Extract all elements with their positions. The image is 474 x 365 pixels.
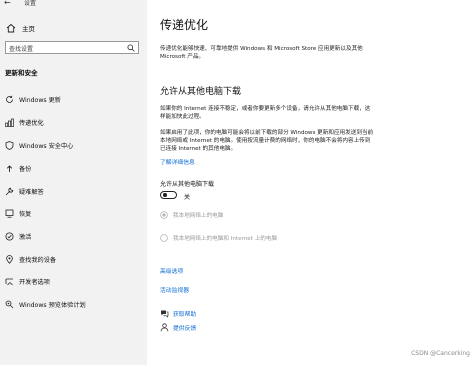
upload-explanation-paragraph: 如果启用了此项，你的电脑可能会将以前下载的部分 Windows 更新和应用发送到…: [160, 130, 374, 152]
allow-download-paragraph: 如果你的 Internet 连接不稳定，或者你要更新多个设备，请允许从其他电脑下…: [160, 106, 371, 120]
toggle-caption: 允许从其他电脑下载: [160, 181, 215, 188]
sidebar-item-label: 查找我的设备: [19, 257, 57, 264]
allow-download-toggle[interactable]: [160, 191, 177, 199]
main-content: 传递优化 传递优化能够快速、可靠地提供 Windows 和 Microsoft …: [147, 0, 474, 365]
advanced-options-link[interactable]: 高级选项: [160, 266, 183, 275]
section-title: 更新和安全: [5, 69, 38, 77]
watermark-text: CSDN @Cancerking: [411, 350, 470, 357]
search-placeholder: 查找设置: [9, 46, 34, 53]
give-feedback-label: 提供反馈: [173, 326, 197, 332]
sidebar-item-troubleshoot[interactable]: 疑难解答: [0, 184, 147, 198]
activity-monitor-link[interactable]: 活动监视器: [160, 285, 189, 294]
sidebar-item-windows-security[interactable]: Windows 安全中心: [0, 138, 147, 152]
get-help-label: 获取帮助: [173, 312, 197, 318]
sidebar-item-label: Windows 安全中心: [19, 143, 74, 150]
delivery-optimization-icon: [5, 118, 14, 127]
search-icon[interactable]: [127, 44, 135, 52]
toggle-knob: [163, 193, 167, 197]
shield-icon: [5, 141, 14, 150]
activation-icon: [5, 232, 14, 241]
insider-icon: [5, 300, 14, 309]
sidebar: ← 设置 主页 查找设置 更新和安全 Windows 更新 传递优化 Windo…: [0, 0, 147, 365]
learn-more-link[interactable]: 了解详细信息: [160, 157, 195, 166]
home-label: 主页: [22, 25, 35, 33]
recovery-icon: [5, 209, 14, 218]
home-nav[interactable]: 主页: [6, 22, 35, 34]
radio-local-network[interactable]: [160, 211, 168, 219]
radio-local-network-label: 我本地网络上的电脑: [173, 213, 224, 219]
help-chat-icon: [161, 310, 169, 318]
find-device-icon: [6, 255, 13, 264]
sidebar-item-activation[interactable]: 激活: [0, 229, 147, 243]
page-description: 传递优化能够快速、可靠地提供 Windows 和 Microsoft Store…: [160, 46, 363, 60]
radio-local-and-internet[interactable]: [160, 234, 168, 242]
developer-icon: [5, 278, 13, 286]
allow-download-heading: 允许从其他电脑下载: [160, 87, 242, 97]
backup-icon: [6, 165, 13, 172]
home-icon: [6, 23, 16, 33]
sidebar-item-label: 备份: [19, 166, 32, 173]
title-bar: ← 设置: [0, 0, 147, 10]
sidebar-item-label: 开发者选项: [19, 279, 50, 286]
search-input[interactable]: 查找设置: [5, 41, 139, 54]
sidebar-item-find-my-device[interactable]: 查找我的设备: [0, 252, 147, 266]
sidebar-item-label: 激活: [19, 234, 32, 241]
window-title: 设置: [24, 0, 37, 7]
sidebar-item-label: 疑难解答: [19, 189, 44, 196]
sidebar-item-label: 传递优化: [19, 120, 44, 127]
sidebar-item-backup[interactable]: 备份: [0, 161, 147, 175]
sidebar-item-windows-update[interactable]: Windows 更新: [0, 92, 147, 106]
sidebar-item-windows-insider[interactable]: Windows 预览体验计划: [0, 297, 147, 311]
wrench-icon: [5, 187, 14, 196]
radio-local-and-internet-label: 我本地网络上的电脑和 Internet 上的电脑: [173, 236, 278, 242]
sidebar-item-label: 恢复: [19, 211, 32, 218]
back-arrow-icon[interactable]: ←: [4, 0, 11, 7]
sidebar-item-label: Windows 预览体验计划: [19, 302, 86, 309]
feedback-icon: [160, 323, 169, 332]
sync-icon: [6, 95, 13, 103]
toggle-state-label: 关: [184, 194, 191, 201]
sidebar-item-recovery[interactable]: 恢复: [0, 206, 147, 220]
sidebar-item-label: Windows 更新: [19, 97, 61, 104]
sidebar-item-delivery-optimization[interactable]: 传递优化: [0, 115, 147, 129]
page-title: 传递优化: [160, 18, 209, 32]
sidebar-item-developer-options[interactable]: 开发者选项: [0, 274, 147, 288]
